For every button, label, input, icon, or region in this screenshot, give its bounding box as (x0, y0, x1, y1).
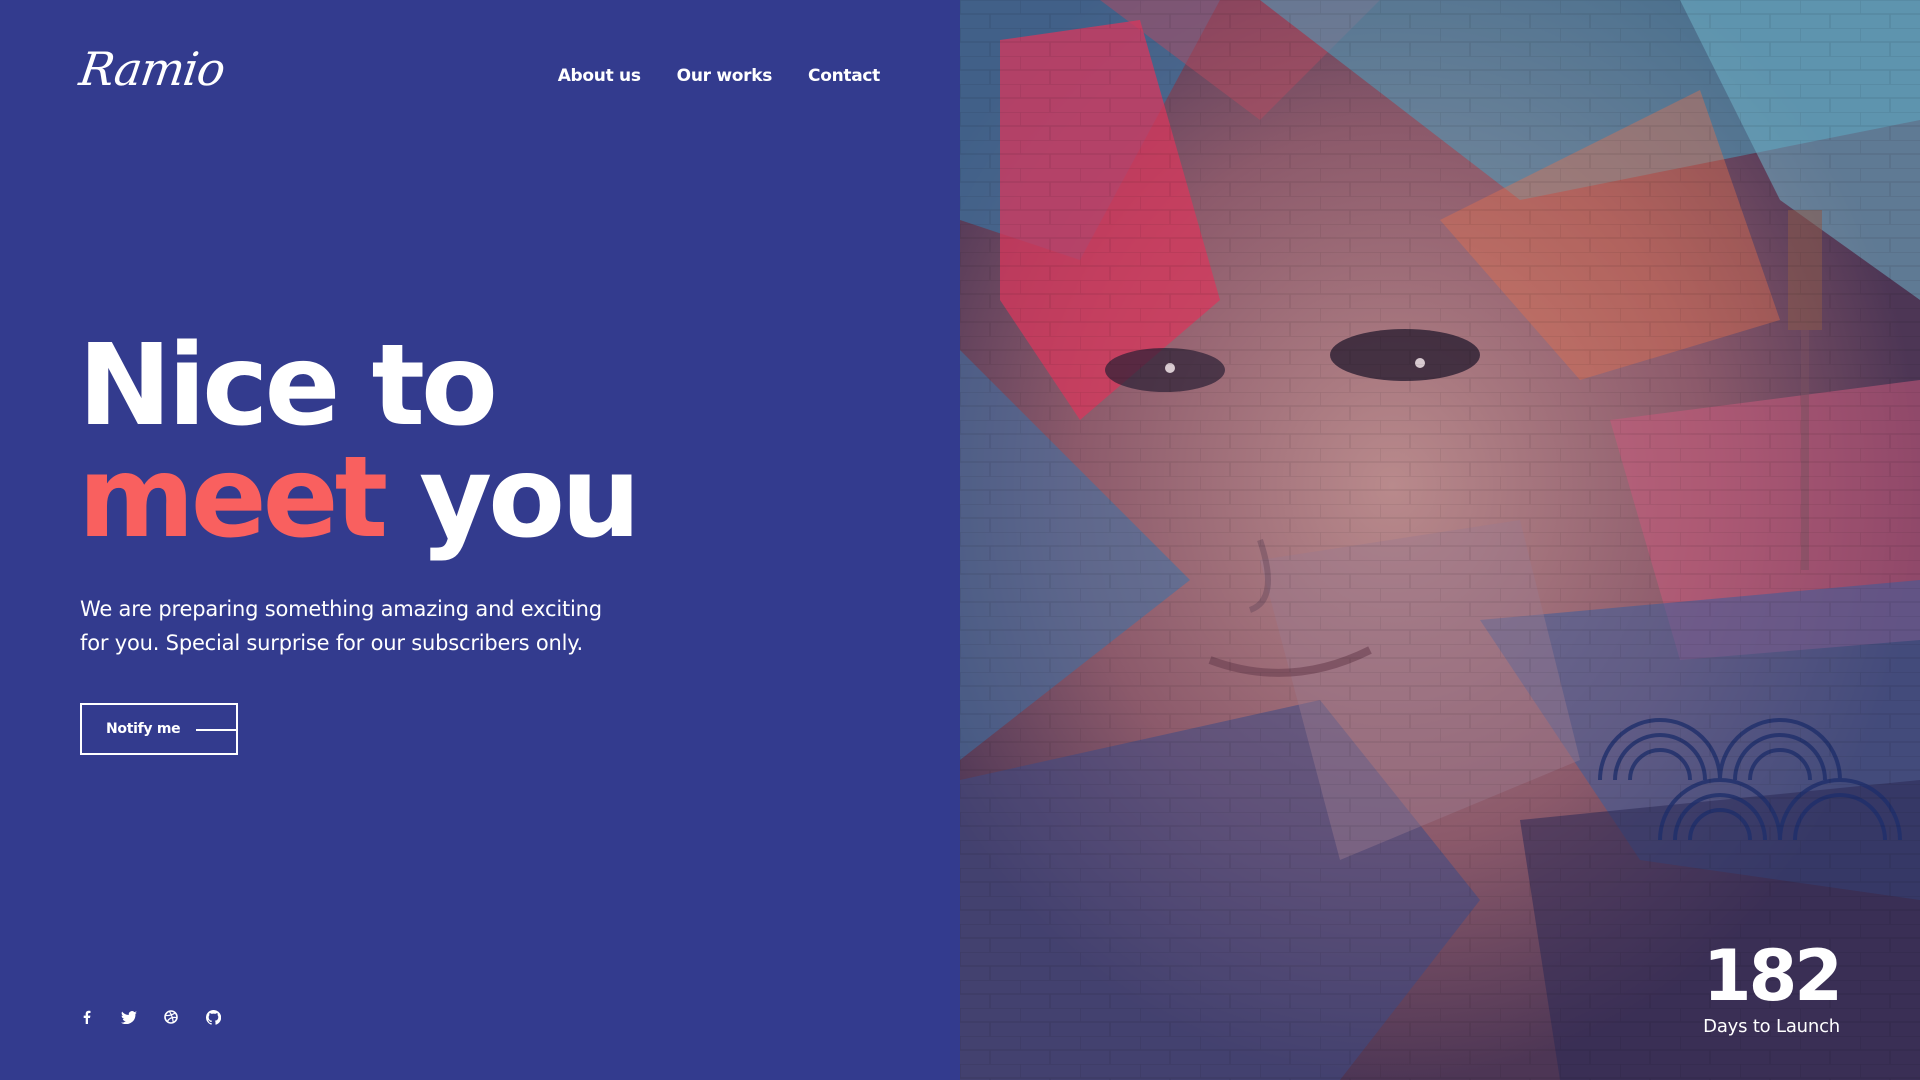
description-line1: We are preparing something amazing and e… (80, 597, 602, 621)
headline-accent-word: meet (78, 433, 388, 563)
notify-me-label: Notify me (106, 721, 181, 737)
twitter-icon[interactable] (120, 1008, 138, 1026)
countdown-label: Days to Launch (1703, 1016, 1840, 1037)
hero-description: We are preparing something amazing and e… (80, 592, 640, 660)
dribbble-icon[interactable] (162, 1008, 180, 1026)
headline-line1: Nice to (78, 321, 498, 451)
nav-contact[interactable]: Contact (808, 66, 880, 86)
mural-artwork-image (960, 0, 1920, 1080)
headline-end-word: you (419, 433, 641, 563)
button-line-decoration (196, 729, 238, 731)
left-panel: Ramio About us Our works Contact Nice to… (0, 0, 960, 1080)
hero-headline: Nice to meet you (78, 330, 641, 554)
logo[interactable]: Ramio (76, 42, 228, 96)
notify-me-button[interactable]: Notify me (80, 703, 238, 755)
github-icon[interactable] (204, 1008, 222, 1026)
facebook-icon[interactable] (78, 1008, 96, 1026)
launch-countdown: 182 Days to Launch (1702, 935, 1843, 1037)
countdown-days-value: 182 (1702, 935, 1843, 1017)
main-nav: About us Our works Contact (558, 66, 881, 86)
description-line2: for you. Special surprise for our subscr… (80, 631, 583, 655)
hero-image-panel: 182 Days to Launch (960, 0, 1920, 1080)
social-links (78, 1008, 222, 1026)
nav-our-works[interactable]: Our works (677, 66, 773, 86)
nav-about-us[interactable]: About us (558, 66, 641, 86)
landing-page: Ramio About us Our works Contact Nice to… (0, 0, 1920, 1080)
